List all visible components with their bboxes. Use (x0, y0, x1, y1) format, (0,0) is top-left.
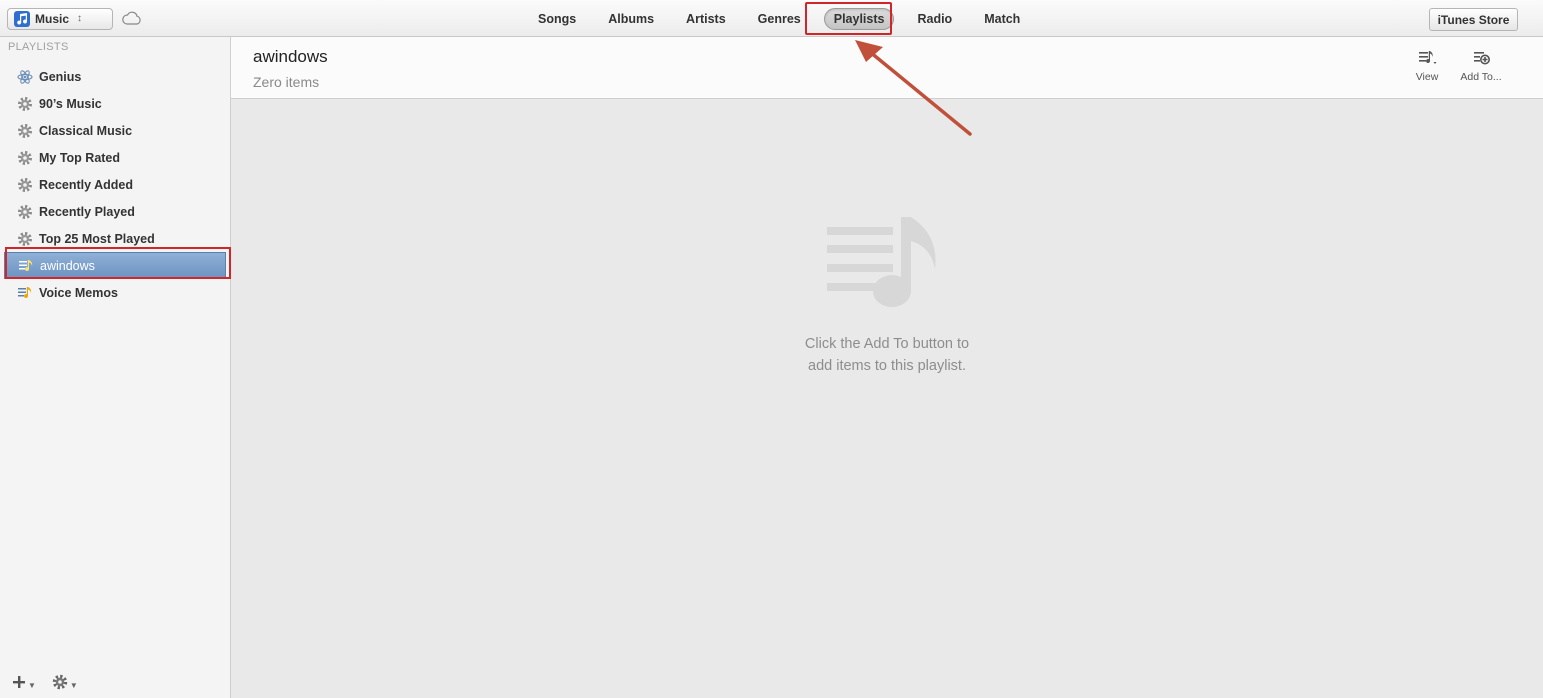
caret-down-icon: ▼ (69, 680, 78, 690)
sidebar-item-awindows[interactable]: awindows (4, 252, 226, 279)
view-button[interactable]: View (1402, 49, 1452, 83)
sidebar-item-90s-music[interactable]: 90’s Music (0, 90, 230, 117)
empty-state-message: Click the Add To button to add items to … (737, 333, 1037, 377)
empty-state-line: add items to this playlist. (808, 358, 966, 374)
smart-playlist-gear-icon (18, 96, 32, 111)
media-kind-picker[interactable]: Music ↕ (7, 8, 113, 30)
playlist-icon (19, 259, 33, 271)
tab-playlists[interactable]: Playlists (823, 7, 895, 30)
tab-albums[interactable]: Albums (599, 9, 663, 29)
media-kind-label: Music (35, 12, 70, 26)
smart-playlist-gear-icon (18, 231, 32, 246)
sidebar-item-recently-played[interactable]: Recently Played (0, 198, 230, 225)
itunes-store-button[interactable]: iTunes Store (1429, 8, 1518, 31)
empty-state-line: Click the Add To button to (804, 336, 970, 352)
sidebar-item-label: awindows (40, 258, 95, 273)
library-nav: Songs Albums Artists Genres Playlists Ra… (522, 0, 1036, 37)
sidebar-item-label: Recently Played (39, 204, 135, 219)
tab-artists[interactable]: Artists (677, 9, 735, 29)
tab-genres[interactable]: Genres (749, 9, 810, 29)
sidebar-item-label: Recently Added (39, 177, 134, 192)
playlist-icon (18, 286, 32, 298)
sidebar-item-label: Top 25 Most Played (39, 231, 155, 246)
cloud-icon[interactable] (122, 11, 142, 25)
sidebar-item-label: Genius (39, 69, 82, 84)
gear-icon (52, 674, 68, 690)
sidebar-item-my-top-rated[interactable]: My Top Rated (0, 144, 230, 171)
tab-songs[interactable]: Songs (529, 9, 585, 29)
caret-down-icon: ▼ (28, 680, 36, 690)
playlist-settings-button[interactable]: ▼ (52, 674, 78, 690)
add-to-playlist-icon (1474, 52, 1490, 65)
smart-playlist-gear-icon (18, 177, 32, 192)
music-note-icon (14, 11, 30, 27)
sidebar-item-label: 90’s Music (39, 96, 102, 111)
sidebar-heading: PLAYLISTS (8, 41, 69, 53)
playlist-list: Genius 90’s Music Classical Music My Top… (0, 63, 230, 306)
genius-icon (17, 69, 33, 84)
sidebar-item-genius[interactable]: Genius (0, 63, 230, 90)
sidebar-item-label: Voice Memos (39, 285, 118, 300)
sidebar-item-top-25-most-played[interactable]: Top 25 Most Played (0, 225, 230, 252)
sidebar-item-voice-memos[interactable]: Voice Memos (0, 279, 230, 306)
smart-playlist-gear-icon (18, 204, 32, 219)
view-label: View (1415, 71, 1439, 83)
add-to-button[interactable]: Add To... (1456, 49, 1506, 83)
page-title: awindows (253, 47, 328, 66)
sidebar-item-label: Classical Music (39, 123, 133, 138)
add-playlist-button[interactable]: ▼ (12, 675, 36, 690)
item-count: Zero items (253, 74, 320, 90)
toolbar: Music ↕ Songs Albums Artists Genres Play… (0, 0, 1543, 37)
sidebar-footer: ▼ ▼ (12, 674, 94, 690)
playlist-empty-state: Click the Add To button to add items to … (231, 99, 1543, 698)
content-header: awindows Zero items View Add To... (231, 37, 1543, 99)
add-to-label: Add To... (1460, 71, 1502, 83)
sidebar-item-classical-music[interactable]: Classical Music (0, 117, 230, 144)
sidebar-item-label: My Top Rated (39, 150, 121, 165)
sidebar-item-recently-added[interactable]: Recently Added (0, 171, 230, 198)
tab-match[interactable]: Match (975, 9, 1029, 29)
updown-chevron-icon: ↕ (77, 13, 83, 24)
view-options-icon (1419, 51, 1437, 64)
sidebar: PLAYLISTS Genius 90’s Music Classical Mu… (0, 37, 231, 698)
empty-playlist-icon (827, 217, 936, 308)
smart-playlist-gear-icon (18, 123, 32, 138)
tab-radio[interactable]: Radio (908, 9, 961, 29)
smart-playlist-gear-icon (18, 150, 32, 165)
plus-icon (13, 676, 25, 688)
